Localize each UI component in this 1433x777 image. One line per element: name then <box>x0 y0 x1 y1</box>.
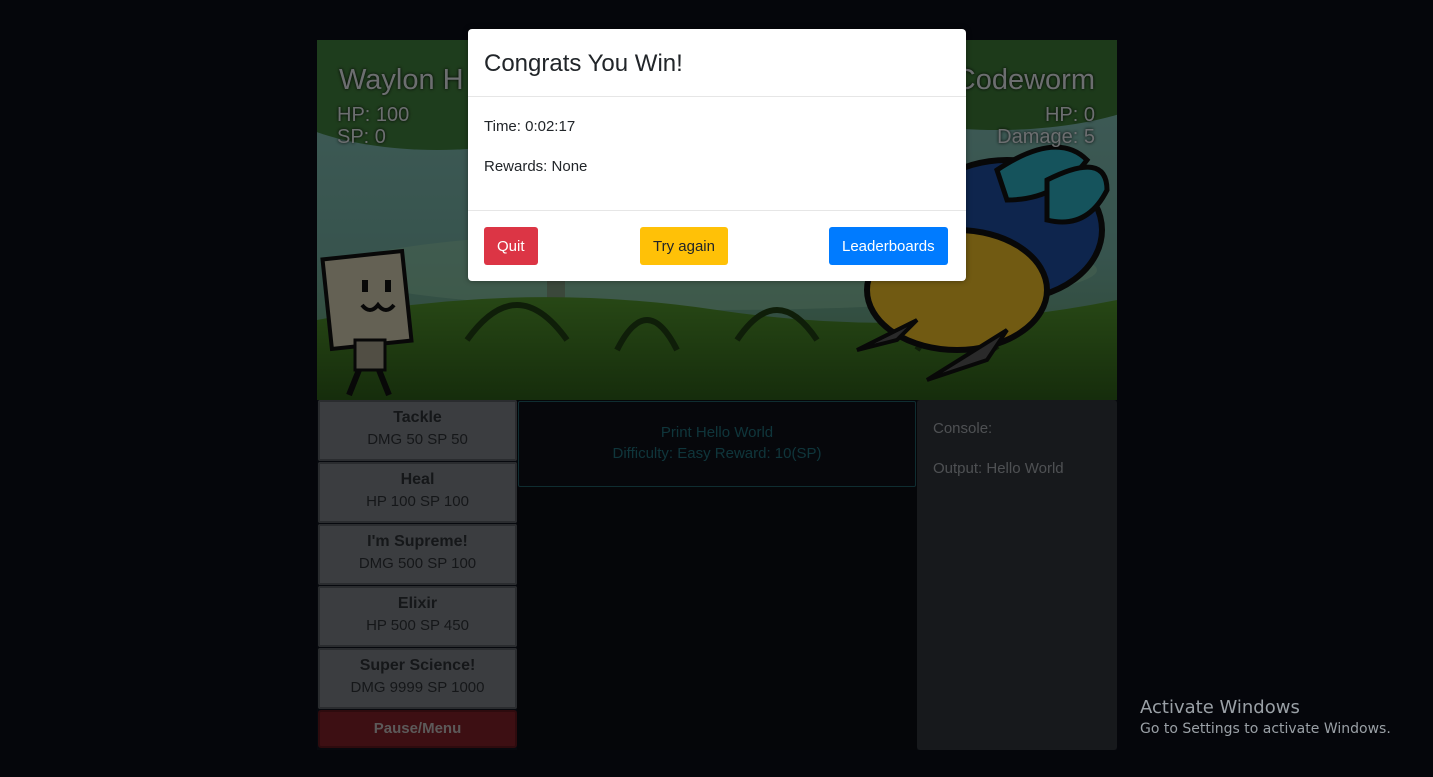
rewards-text: Rewards: None <box>484 158 588 175</box>
activate-windows-watermark: Activate Windows Go to Settings to activ… <box>1140 697 1391 737</box>
modal-footer: Quit Try again Leaderboards <box>468 210 966 281</box>
win-modal: Congrats You Win! Time: 0:02:17 Rewards:… <box>468 29 966 281</box>
quit-button[interactable]: Quit <box>484 227 538 265</box>
modal-title: Congrats You Win! <box>484 50 683 77</box>
try-again-button[interactable]: Try again <box>640 227 728 265</box>
time-text: Time: 0:02:17 <box>484 118 576 135</box>
leaderboards-button[interactable]: Leaderboards <box>829 227 948 265</box>
modal-header: Congrats You Win! <box>468 29 966 97</box>
watermark-subtitle: Go to Settings to activate Windows. <box>1140 721 1391 737</box>
watermark-title: Activate Windows <box>1140 697 1300 718</box>
